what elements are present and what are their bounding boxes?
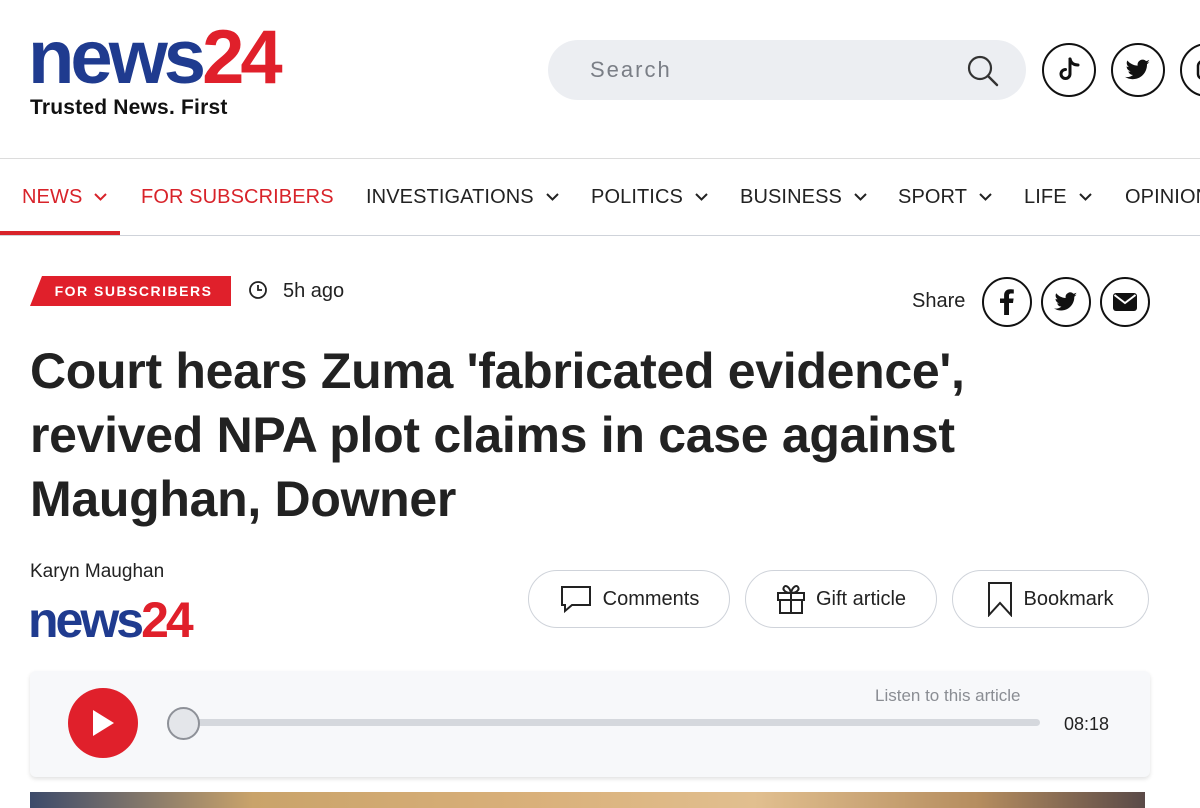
article-headline: Court hears Zuma 'fabricated evidence', … <box>30 343 965 527</box>
share-twitter-button[interactable] <box>1041 277 1091 327</box>
audio-player: Listen to this article 08:18 <box>30 671 1150 777</box>
tiktok-icon <box>1059 57 1080 80</box>
chevron-down-icon <box>854 193 867 201</box>
gift-article-button[interactable]: Gift article <box>745 570 937 628</box>
twitter-icon <box>1054 292 1077 311</box>
twitter-icon <box>1125 59 1150 80</box>
chevron-down-icon <box>695 193 708 201</box>
listen-label: Listen to this article <box>875 686 1021 705</box>
publish-time: 5h ago <box>283 280 345 302</box>
gift-label: Gift article <box>815 587 907 610</box>
audio-duration: 08:18 <box>1064 714 1110 734</box>
author-name[interactable]: Karyn Maughan <box>30 561 164 583</box>
nav-active-indicator <box>0 231 120 235</box>
news24-logo[interactable]: news24 <box>28 15 283 100</box>
chevron-down-icon <box>546 193 559 201</box>
article: FOR SUBSCRIBERS 5h ago Share Court hears… <box>0 237 1200 808</box>
tiktok-button[interactable] <box>1042 43 1096 97</box>
nav-item-opinion[interactable]: OPINION <box>1125 159 1200 235</box>
nav-item-label: FOR SUBSCRIBERS <box>141 185 334 208</box>
nav-item-business[interactable]: BUSINESS <box>740 159 867 235</box>
email-icon <box>1113 293 1137 311</box>
site-header: news24 Trusted News. First <box>0 0 1200 158</box>
nav-item-for-subscribers[interactable]: FOR SUBSCRIBERS <box>141 159 334 235</box>
nav-item-label: OPINION <box>1125 185 1200 208</box>
bookmark-label: Bookmark <box>1023 587 1114 610</box>
bookmark-icon <box>988 582 1013 617</box>
search-icon[interactable] <box>966 54 1000 88</box>
publisher-logo: news24 <box>28 592 194 648</box>
main-nav: NEWS FOR SUBSCRIBERS INVESTIGATIONS POLI… <box>0 159 1200 236</box>
nav-item-label: INVESTIGATIONS <box>366 185 534 208</box>
nav-item-sport[interactable]: SPORT <box>898 159 992 235</box>
bookmark-button[interactable]: Bookmark <box>952 570 1149 628</box>
chevron-down-icon <box>94 193 108 201</box>
progress-track[interactable] <box>182 719 1040 726</box>
nav-item-label: POLITICS <box>591 185 683 208</box>
gift-icon <box>776 584 805 614</box>
search-bar <box>548 40 1026 100</box>
comment-icon <box>560 586 591 614</box>
instagram-button[interactable] <box>1180 43 1200 97</box>
nav-item-label: SPORT <box>898 185 968 208</box>
chevron-down-icon <box>1078 193 1092 201</box>
facebook-icon <box>1000 289 1014 315</box>
comments-label: Comments <box>602 587 700 610</box>
nav-item-politics[interactable]: POLITICS <box>591 159 708 235</box>
publisher-news-text: news <box>28 592 144 648</box>
nav-item-label: BUSINESS <box>740 185 842 208</box>
progress-thumb[interactable] <box>167 707 200 740</box>
nav-item-investigations[interactable]: INVESTIGATIONS <box>366 159 559 235</box>
hero-image <box>30 792 1145 808</box>
logo-24-text: 24 <box>202 15 283 100</box>
tagline: Trusted News. First <box>30 96 228 119</box>
share-facebook-button[interactable] <box>982 277 1032 327</box>
clock-icon <box>249 281 267 299</box>
search-input[interactable] <box>548 40 968 100</box>
nav-item-label: NEWS <box>22 185 83 208</box>
share-email-button[interactable] <box>1100 277 1150 327</box>
nav-item-news[interactable]: NEWS <box>22 159 108 235</box>
publisher-24-text: 24 <box>141 592 194 648</box>
play-icon <box>93 710 114 736</box>
play-button[interactable] <box>68 688 138 758</box>
nav-item-life[interactable]: LIFE <box>1024 159 1092 235</box>
subscribers-badge[interactable]: FOR SUBSCRIBERS <box>30 276 231 306</box>
chevron-down-icon <box>979 193 992 201</box>
nav-item-label: LIFE <box>1024 185 1067 208</box>
logo-news-text: news <box>28 15 206 100</box>
instagram-icon <box>1196 60 1200 80</box>
share-label: Share <box>912 290 966 312</box>
twitter-button[interactable] <box>1111 43 1165 97</box>
comments-button[interactable]: Comments <box>528 570 730 628</box>
